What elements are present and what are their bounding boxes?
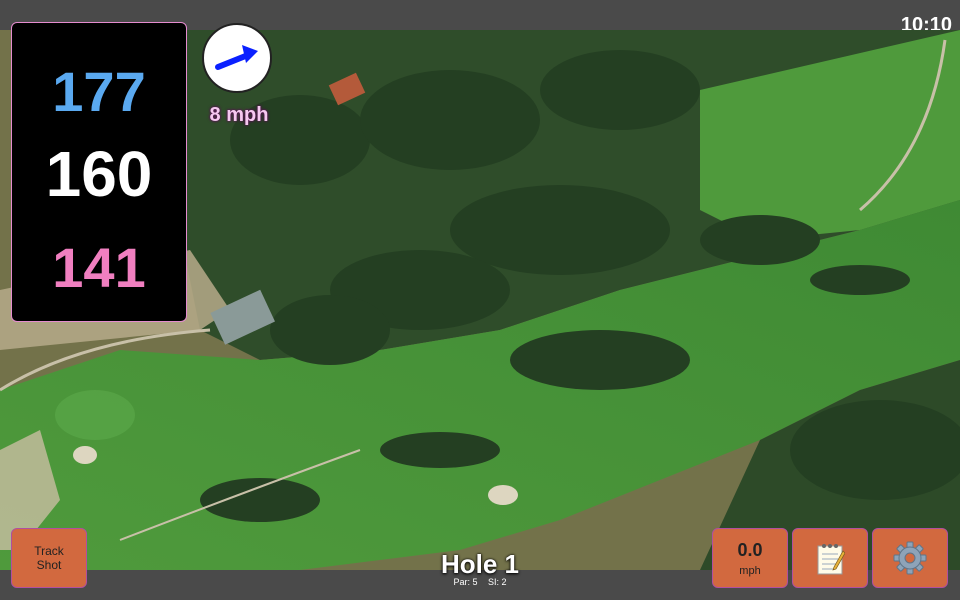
settings-button[interactable]: [872, 528, 948, 588]
notepad-icon: [817, 544, 845, 575]
wind-direction-indicator: [202, 23, 272, 93]
notes-button[interactable]: [792, 528, 868, 588]
hole-title: Hole 1: [440, 549, 520, 579]
hole-info: Par: 5 SI: 2: [380, 577, 580, 587]
track-shot-button[interactable]: Track Shot: [11, 528, 87, 588]
track-shot-label-line2: Shot: [36, 558, 62, 572]
hole-stroke-index: SI: 2: [488, 577, 507, 587]
speed-button[interactable]: 0.0 mph: [712, 528, 788, 588]
distance-panel: 177 160 141: [11, 22, 187, 322]
back-distance: 177: [52, 60, 146, 123]
middle-distance: 160: [45, 138, 153, 210]
track-shot-label-line1: Track: [34, 544, 64, 558]
wind-speed-label: 8 mph: [209, 104, 269, 126]
speed-value: 0.0: [737, 540, 763, 560]
hole-par: Par: 5: [453, 577, 478, 587]
track-shot-label: Track Shot: [34, 544, 64, 572]
gear-icon: [893, 541, 927, 575]
speed-unit: mph: [739, 565, 761, 577]
wind-direction-arrow-icon: [215, 45, 258, 70]
front-distance: 141: [52, 236, 146, 299]
